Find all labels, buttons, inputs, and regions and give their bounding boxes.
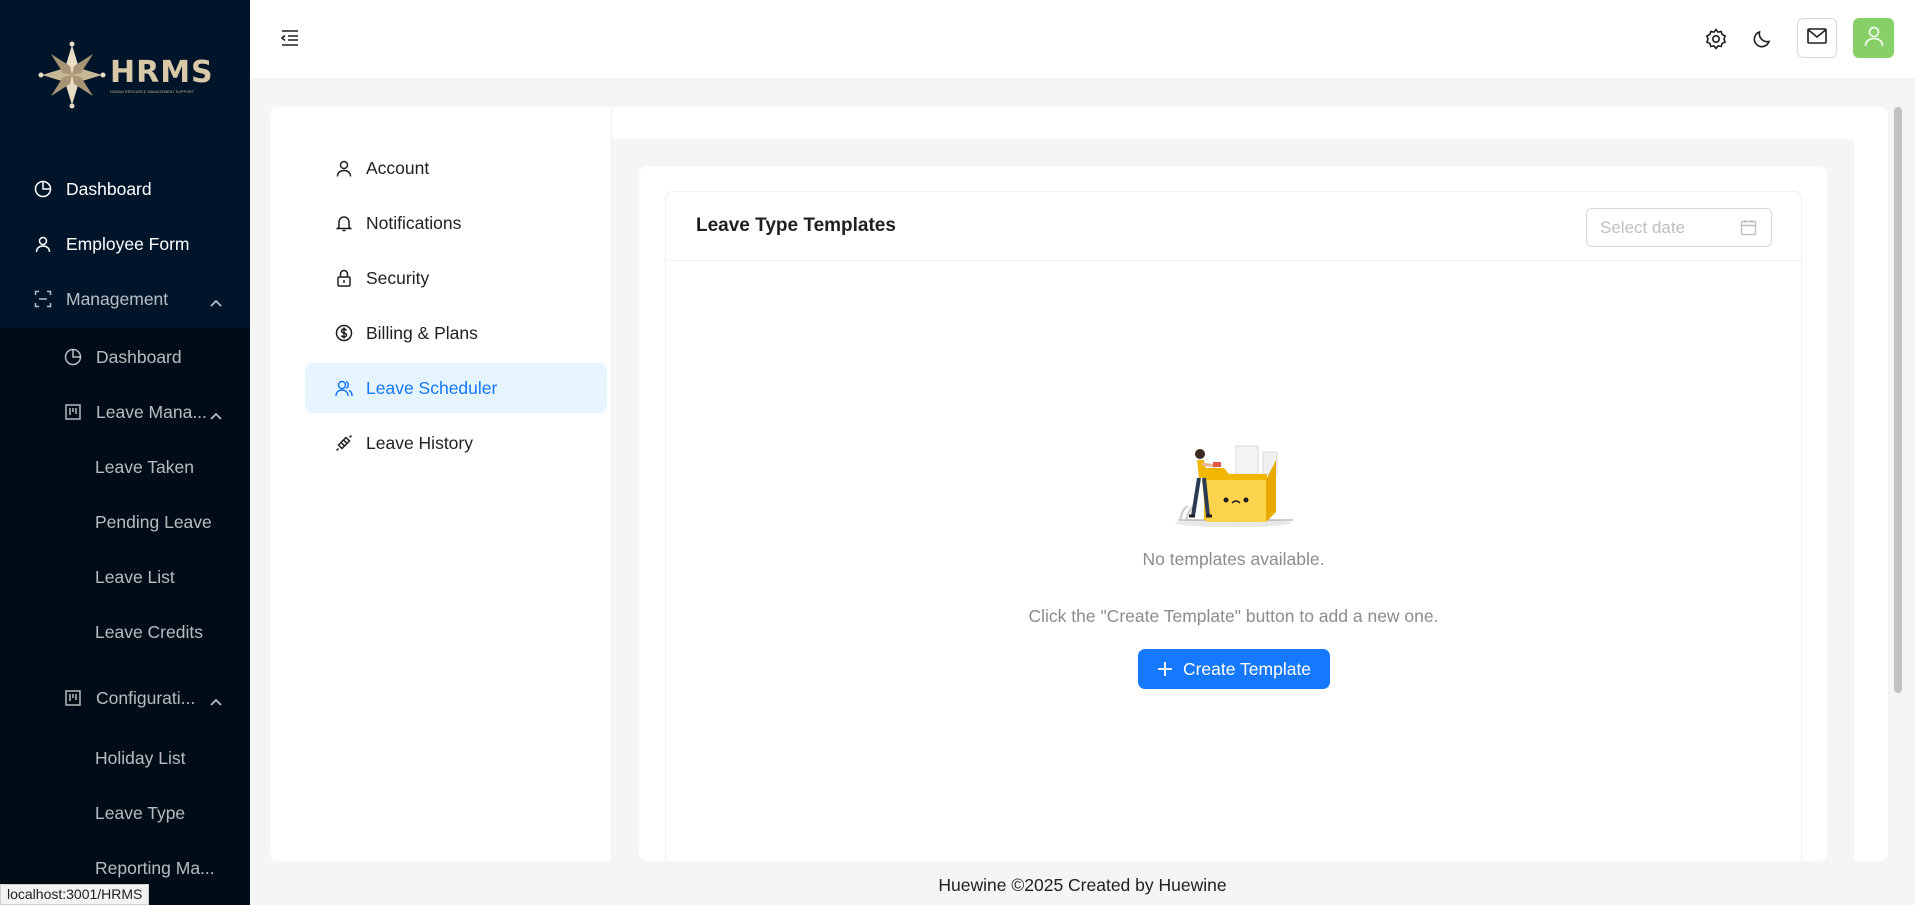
mail-icon (1807, 27, 1827, 49)
empty-folder-illustration (1168, 440, 1298, 530)
submenu-item-label: Leave Type (95, 802, 186, 823)
submenu-item-leave-taken[interactable]: Leave Taken (0, 443, 250, 491)
menu-fold-icon[interactable] (280, 28, 300, 53)
create-template-button[interactable]: Create Template (1138, 649, 1330, 689)
card-title: Leave Type Templates (696, 215, 896, 236)
sidebar-item-label: Dashboard (66, 178, 152, 199)
submenu-item-dashboard[interactable]: Dashboard (0, 333, 250, 381)
sidebar-item-management[interactable]: Management (0, 275, 250, 323)
pie-chart-icon (33, 179, 53, 199)
settings-icon[interactable] (1704, 27, 1728, 51)
settings-nav: Account Notifications Security Billing &… (270, 107, 612, 861)
plus-icon (1157, 661, 1173, 677)
sidebar-item-employee-form[interactable]: Employee Form (0, 220, 250, 268)
card-header: Leave Type Templates (666, 192, 1801, 261)
logo-wordmark: HRMS (110, 54, 214, 90)
tab-leave-scheduler[interactable]: Leave Scheduler (305, 363, 607, 413)
sidebar: HRMS HUMAN RESOURCE MANAGEMENT SUPPORT D… (0, 0, 250, 905)
avatar[interactable] (1853, 18, 1894, 58)
submenu-item-label: Leave List (95, 566, 175, 587)
project-icon (63, 688, 83, 708)
tab-security[interactable]: Security (305, 253, 607, 303)
lock-icon (335, 269, 353, 287)
user-icon (33, 234, 53, 254)
submenu-item-leave-type[interactable]: Leave Type (0, 789, 250, 837)
tab-label: Billing & Plans (366, 322, 478, 343)
submenu-item-label: Leave Credits (95, 621, 203, 642)
submenu-item-label: Reporting Ma... (95, 857, 215, 878)
tab-account[interactable]: Account (305, 143, 607, 193)
dollar-icon (335, 324, 353, 342)
tab-billing-plans[interactable]: Billing & Plans (305, 308, 607, 358)
top-header (250, 0, 1915, 78)
date-picker[interactable] (1586, 208, 1772, 247)
sidebar-item-dashboard[interactable]: Dashboard (0, 165, 250, 213)
moon-icon[interactable] (1750, 27, 1774, 51)
submenu-item-configuration[interactable]: Configurati... (0, 674, 250, 722)
empty-state-hint: Click the "Create Template" button to ad… (1028, 606, 1439, 626)
team-icon (335, 379, 353, 397)
submenu-item-label: Leave Taken (95, 456, 194, 477)
date-input[interactable] (1600, 217, 1740, 239)
submenu-item-label: Leave Mana... (96, 401, 207, 422)
submenu-item-label: Configurati... (96, 687, 196, 708)
bell-icon (335, 214, 353, 232)
management-submenu: Dashboard Leave Mana... Leave Taken Pend… (0, 328, 250, 905)
tab-label: Leave Scheduler (366, 377, 498, 398)
scrollbar[interactable] (1894, 107, 1902, 693)
user-icon (335, 159, 353, 177)
tab-label: Account (366, 157, 430, 178)
tab-label: Leave History (366, 432, 473, 453)
logo-tagline: HUMAN RESOURCE MANAGEMENT SUPPORT (110, 89, 195, 94)
submenu-item-pending-leave[interactable]: Pending Leave (0, 498, 250, 546)
submenu-item-leave-list[interactable]: Leave List (0, 553, 250, 601)
sidebar-item-label: Employee Form (66, 233, 190, 254)
footer: Huewine ©2025 Created by Huewine (250, 875, 1915, 896)
brand-logo[interactable]: HRMS HUMAN RESOURCE MANAGEMENT SUPPORT (36, 36, 216, 114)
footer-text: Huewine ©2025 Created by Huewine (938, 875, 1227, 895)
submenu-item-leave-credits[interactable]: Leave Credits (0, 608, 250, 656)
status-bar-url: localhost:3001/HRMS (0, 884, 150, 905)
submenu-item-holiday-list[interactable]: Holiday List (0, 734, 250, 782)
tab-label: Security (366, 267, 430, 288)
api-icon (335, 434, 353, 452)
create-template-label: Create Template (1182, 658, 1312, 679)
empty-state-text: No templates available. (1142, 549, 1325, 569)
chevron-up-icon (209, 405, 223, 426)
sidebar-item-label: Management (66, 288, 169, 309)
user-icon (1863, 25, 1885, 52)
calendar-icon (1740, 219, 1757, 241)
chevron-up-icon (209, 292, 223, 313)
pie-chart-icon (63, 347, 83, 367)
submenu-item-label: Pending Leave (95, 511, 212, 532)
logo-star-icon (36, 39, 108, 111)
tab-notifications[interactable]: Notifications (305, 198, 607, 248)
mail-button[interactable] (1797, 18, 1837, 58)
submenu-item-label: Holiday List (95, 747, 186, 768)
scan-icon (33, 289, 53, 309)
project-icon (63, 402, 83, 422)
chevron-up-icon (209, 691, 223, 712)
submenu-item-label: Dashboard (96, 346, 182, 367)
tab-leave-history[interactable]: Leave History (305, 418, 607, 468)
tab-label: Notifications (366, 212, 462, 233)
submenu-item-leave-management[interactable]: Leave Mana... (0, 388, 250, 436)
